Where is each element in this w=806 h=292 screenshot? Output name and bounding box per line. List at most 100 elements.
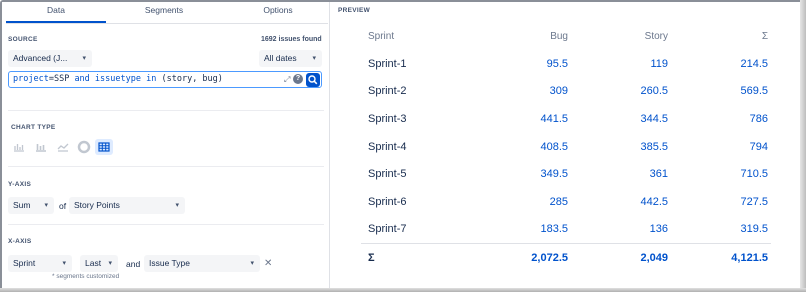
chevron-down-icon: ▾ [250,260,254,267]
pie-chart-icon[interactable] [76,139,92,155]
query-mode-value: Advanced (J... [13,53,68,63]
source-label: SOURCE [8,36,38,43]
expand-icon[interactable]: ⤢ [284,75,290,85]
table-row: Sprint-5 349.5 361 710.5 [361,160,771,188]
config-panel: Data Segments Options SOURCE 1692 issues… [2,2,330,288]
query-field: project [13,74,49,84]
table-header-row: Sprint Bug Story Σ [361,22,771,50]
query-list: (story, bug) [161,74,223,84]
tab-options[interactable]: Options [228,2,328,23]
cell-link[interactable]: 727.5 [671,188,771,216]
tab-bar: Data Segments Options [6,2,328,24]
chevron-down-icon: ▾ [62,260,66,267]
cell-link[interactable]: 786 [671,105,771,133]
cell-link[interactable]: 794 [671,133,771,161]
tab-segments[interactable]: Segments [114,2,214,23]
cell-link[interactable]: 349.5 [471,160,571,188]
x-field-select[interactable]: Sprint ▾ [8,255,72,272]
aggregate-value: Sum [13,200,31,210]
stacked-bar-icon[interactable] [33,139,49,155]
search-icon [308,75,318,85]
chart-type-label: CHART TYPE [11,124,56,131]
cell-link[interactable]: 408.5 [471,133,571,161]
total-row: Σ 2,072.5 2,049 4,121.5 [361,242,771,274]
preview-panel: PREVIEW Sprint Bug Story Σ Sprint-1 95.5… [331,2,798,288]
table-icon[interactable] [95,139,113,155]
limit-select[interactable]: Last ▾ [80,255,118,272]
column-header: Σ [761,30,768,42]
cell-link[interactable]: 319.5 [671,216,771,244]
chevron-down-icon: ▾ [312,55,316,62]
table-row: Sprint-6 285 442.5 727.5 [361,188,771,216]
line-chart-icon[interactable] [55,139,71,155]
divider [8,110,324,111]
cell-link[interactable]: 441.5 [471,105,571,133]
tab-data[interactable]: Data [6,2,106,23]
cell-link[interactable]: 361 [571,160,671,188]
cell-link[interactable]: 260.5 [571,78,671,106]
table-row: Sprint-7 183.5 136 319.5 [361,216,771,244]
column-header: Sprint [368,30,395,42]
row-label: Sprint-3 [368,112,407,125]
preview-label: PREVIEW [338,7,371,14]
x-axis-label: X-AXIS [8,238,32,245]
cell-link[interactable]: 95.5 [471,50,571,78]
cell-link[interactable]: 214.5 [671,50,771,78]
cell-link[interactable]: 344.5 [571,105,671,133]
close-icon[interactable]: ✕ [264,258,272,269]
cell-link[interactable]: 710.5 [671,160,771,188]
date-range-value: All dates [264,53,297,63]
issue-count: 1692 issues found [261,36,322,43]
chevron-down-icon: ▾ [82,55,86,62]
row-label: Sprint-6 [368,195,407,208]
row-label: Sprint-7 [368,223,407,236]
window-shadow [0,288,806,292]
window-shadow [800,0,806,292]
query-value: SSP [53,74,70,84]
chevron-down-icon: ▾ [175,202,179,209]
row-label: Sprint-5 [368,168,407,181]
x-field-value: Sprint [13,258,36,268]
row-label: Sprint-2 [368,85,407,98]
y-field-value: Story Points [74,200,120,210]
table-row: Sprint-1 95.5 119 214.5 [361,50,771,78]
cell-link[interactable]: 385.5 [571,133,671,161]
cell-link[interactable]: 309 [471,78,571,106]
search-button[interactable] [306,73,320,87]
total-cell[interactable]: 2,072.5 [471,242,571,274]
bar-chart-icon[interactable] [11,139,27,155]
cell-link[interactable]: 119 [571,50,671,78]
query-field-2: issuetype [94,74,141,84]
jql-query-input[interactable]: project=SSP and issuetype in (story, bug… [8,71,322,88]
divider [8,224,324,225]
chevron-down-icon: ▾ [44,202,48,209]
cell-link[interactable]: 183.5 [471,216,571,244]
row-label: Sprint-4 [368,140,407,153]
group-by-select[interactable]: Issue Type ▾ [144,255,260,272]
column-header: Bug [550,30,568,42]
cell-link[interactable]: 285 [471,188,571,216]
and-label: and [126,259,141,269]
table-row: Sprint-4 408.5 385.5 794 [361,133,771,161]
query-and: and [74,74,90,84]
aggregate-select[interactable]: Sum ▾ [8,197,54,214]
cell-link[interactable]: 442.5 [571,188,671,216]
query-in: in [146,74,157,84]
preview-table: Sprint Bug Story Σ Sprint-1 95.5 119 214… [361,22,771,274]
help-icon[interactable]: ? [293,74,303,84]
total-label: Σ [361,242,471,274]
total-cell[interactable]: 2,049 [571,242,671,274]
row-label: Sprint-1 [368,57,407,70]
table-row: Sprint-3 441.5 344.5 786 [361,105,771,133]
table-row: Sprint-2 309 260.5 569.5 [361,78,771,106]
chevron-down-icon: ▾ [108,260,112,267]
cell-link[interactable]: 136 [571,216,671,244]
cell-link[interactable]: 569.5 [671,78,771,106]
total-cell[interactable]: 4,121.5 [671,242,771,274]
query-mode-select[interactable]: Advanced (J... ▾ [8,50,92,67]
segments-note: * segments customized [52,273,120,280]
y-field-select[interactable]: Story Points ▾ [69,197,185,214]
limit-value: Last [85,258,102,268]
date-range-select[interactable]: All dates ▾ [259,50,322,67]
of-label: of [59,201,67,211]
